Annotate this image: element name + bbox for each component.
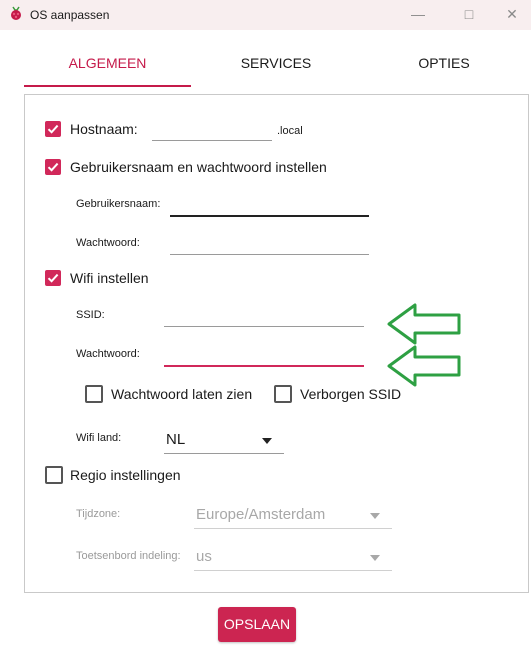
hostname-field[interactable] (152, 118, 276, 141)
hostname-input[interactable] (152, 118, 276, 138)
show-password-label: Wachtwoord laten zien (111, 386, 253, 402)
wifi-password-input[interactable] (164, 343, 368, 363)
wifi-password-arrow-icon (387, 345, 461, 387)
window-title: OS aanpassen (30, 8, 110, 22)
chevron-down-icon (262, 438, 272, 444)
wifi-label: Wifi instellen (70, 270, 149, 286)
credentials-password-label: Wachtwoord: (76, 237, 140, 249)
username-field[interactable] (170, 193, 373, 217)
wifi-password-label: Wachtwoord: (76, 348, 140, 360)
keyboard-label: Toetsenbord indeling: (76, 550, 181, 562)
region-checkbox[interactable] (45, 466, 63, 484)
chevron-down-icon (370, 513, 380, 519)
tab-algemeen[interactable]: ALGEMEEN (24, 40, 191, 86)
hidden-ssid-checkbox[interactable] (274, 385, 292, 403)
wifi-country-label: Wifi land: (76, 432, 122, 444)
chevron-down-icon (370, 555, 380, 561)
credentials-password-field[interactable] (170, 232, 373, 255)
check-icon (47, 273, 59, 283)
wifi-password-field[interactable] (164, 343, 368, 367)
hostname-suffix: .local (277, 125, 303, 137)
hostname-checkbox[interactable] (45, 121, 61, 137)
username-input[interactable] (170, 193, 373, 213)
credentials-password-input[interactable] (170, 232, 373, 252)
tab-opties[interactable]: OPTIES (360, 40, 528, 86)
tab-services[interactable]: SERVICES (192, 40, 360, 86)
close-icon[interactable]: ✕ (501, 3, 523, 25)
save-button[interactable]: OPSLAAN (218, 607, 296, 642)
wifi-country-value: NL (166, 431, 186, 448)
hostname-label: Hostnaam: (70, 121, 138, 137)
raspberry-pi-icon (11, 6, 21, 20)
timezone-select[interactable]: Europe/Amsterdam (194, 502, 392, 529)
minimize-icon[interactable]: — (407, 3, 429, 25)
maximize-icon[interactable]: □ (458, 3, 480, 25)
check-icon (47, 124, 59, 134)
ssid-input[interactable] (164, 304, 368, 324)
ssid-label: SSID: (76, 309, 105, 321)
ssid-field[interactable] (164, 304, 368, 327)
region-label: Regio instellingen (70, 467, 181, 483)
keyboard-select[interactable]: us (194, 544, 392, 571)
keyboard-value: us (196, 548, 212, 565)
title-bar: OS aanpassen — □ ✕ (0, 0, 531, 30)
wifi-checkbox[interactable] (45, 270, 61, 286)
active-tab-indicator (24, 85, 191, 87)
wifi-country-select[interactable]: NL (164, 427, 284, 454)
username-label: Gebruikersnaam: (76, 198, 161, 210)
tab-bar: ALGEMEEN SERVICES OPTIES (24, 40, 528, 88)
timezone-label: Tijdzone: (76, 508, 121, 520)
credentials-checkbox[interactable] (45, 159, 61, 175)
check-icon (47, 162, 59, 172)
show-password-checkbox[interactable] (85, 385, 103, 403)
timezone-value: Europe/Amsterdam (196, 506, 326, 523)
credentials-label: Gebruikersnaam en wachtwoord instellen (70, 159, 327, 175)
